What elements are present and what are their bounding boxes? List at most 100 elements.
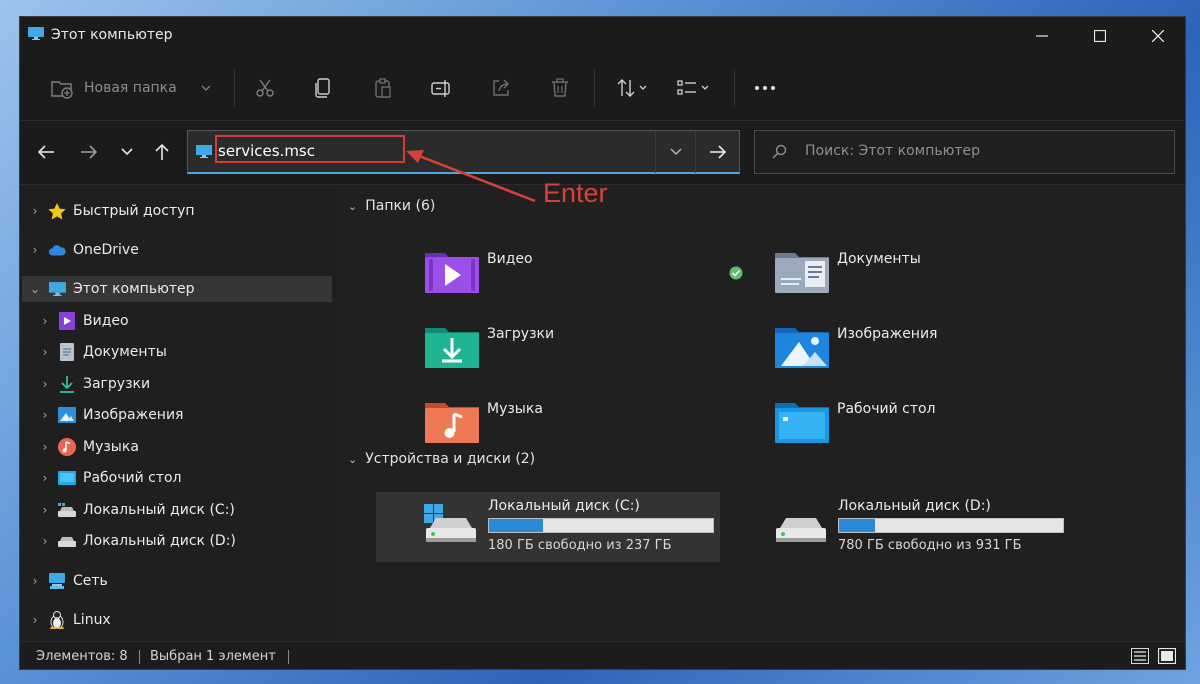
- copy-button[interactable]: [309, 73, 339, 103]
- chevron-right-icon[interactable]: ›: [38, 408, 52, 422]
- view-button[interactable]: [672, 73, 716, 103]
- sidebar-item-videos[interactable]: › Видео: [36, 308, 332, 334]
- search-icon: [772, 144, 787, 159]
- close-button[interactable]: [1129, 17, 1185, 55]
- documents-icon: [58, 343, 76, 361]
- go-button[interactable]: [695, 131, 740, 173]
- minimize-icon: [1036, 35, 1048, 37]
- sidebar-item-network[interactable]: › Сеть: [22, 568, 332, 594]
- chevron-down-icon: [670, 148, 682, 155]
- folder-documents[interactable]: Документы: [775, 249, 921, 293]
- cut-button[interactable]: [250, 73, 280, 103]
- chevron-right-icon[interactable]: ›: [38, 440, 52, 454]
- pictures-icon: [58, 407, 76, 423]
- sidebar-item-onedrive[interactable]: › OneDrive: [22, 237, 332, 263]
- folder-downloads[interactable]: Загрузки: [425, 324, 554, 368]
- sidebar-item-label: Загрузки: [83, 376, 151, 392]
- music-folder-icon: [425, 403, 479, 443]
- new-folder-button[interactable]: Новая папка: [50, 73, 218, 103]
- forward-button[interactable]: [74, 137, 104, 167]
- group-title: Папки (6): [365, 198, 436, 214]
- navigation-bar: services.msc Поиск: Этот компьютер: [20, 121, 1185, 185]
- arrow-left-icon: [37, 145, 54, 159]
- sidebar-item-documents[interactable]: › Документы: [36, 339, 332, 365]
- documents-folder-icon: [775, 253, 829, 293]
- item-count: Элементов: 8: [36, 649, 128, 664]
- chevron-right-icon[interactable]: ›: [28, 613, 42, 627]
- sidebar-item-drive-d[interactable]: › Локальный диск (D:): [36, 528, 332, 554]
- desktop-folder-icon: [775, 403, 829, 443]
- folder-desktop[interactable]: Рабочий стол: [775, 399, 936, 443]
- drive-icon: [58, 502, 76, 518]
- sidebar-item-drive-c[interactable]: › Локальный диск (C:): [36, 497, 332, 523]
- sidebar-item-label: Быстрый доступ: [73, 203, 195, 219]
- details-view-button[interactable]: [1130, 646, 1150, 666]
- sidebar-item-label: Локальный диск (D:): [83, 533, 236, 549]
- chevron-right-icon[interactable]: ›: [38, 377, 52, 391]
- chevron-down-icon[interactable]: ⌄: [28, 282, 42, 296]
- new-folder-label: Новая папка: [84, 80, 177, 96]
- recent-locations-button[interactable]: [112, 137, 142, 167]
- sidebar-item-desktop[interactable]: › Рабочий стол: [36, 465, 332, 491]
- sidebar-item-downloads[interactable]: › Загрузки: [36, 371, 332, 397]
- sidebar-item-pictures[interactable]: › Изображения: [36, 402, 332, 428]
- up-button[interactable]: [147, 137, 177, 167]
- address-bar[interactable]: services.msc: [187, 130, 740, 174]
- drive-c-tile[interactable]: Локальный диск (C:) 180 ГБ свободно из 2…: [376, 492, 720, 562]
- folder-name: Загрузки: [487, 326, 555, 342]
- folders-group-header[interactable]: ⌄ Папки (6): [348, 198, 435, 214]
- close-icon: [1152, 30, 1164, 42]
- drives-group-header[interactable]: ⌄ Устройства и диски (2): [348, 451, 535, 467]
- chevron-right-icon[interactable]: ›: [38, 471, 52, 485]
- rename-icon: [431, 80, 450, 97]
- sidebar-item-music[interactable]: › Музыка: [36, 434, 332, 460]
- trash-icon: [552, 78, 568, 97]
- chevron-right-icon[interactable]: ›: [28, 204, 42, 218]
- tiles-view-icon: [1158, 648, 1176, 664]
- more-options-button[interactable]: [750, 73, 780, 103]
- status-divider: [288, 650, 289, 664]
- video-icon: [58, 312, 76, 330]
- chevron-right-icon[interactable]: ›: [28, 574, 42, 588]
- minimize-button[interactable]: [1013, 17, 1071, 55]
- drive-usage-fill: [489, 519, 543, 532]
- drive-free-space: 780 ГБ свободно из 931 ГБ: [838, 538, 1022, 553]
- maximize-button[interactable]: [1071, 17, 1129, 55]
- drive-icon: [776, 518, 826, 542]
- toolbar-divider: [594, 69, 595, 107]
- folder-music[interactable]: Музыка: [425, 399, 543, 443]
- chevron-down-icon: ⌄: [348, 452, 358, 466]
- back-button[interactable]: [31, 137, 61, 167]
- share-button[interactable]: [486, 73, 516, 103]
- rename-button[interactable]: [427, 73, 457, 103]
- chevron-right-icon[interactable]: ›: [38, 503, 52, 517]
- sidebar-item-linux[interactable]: › Linux: [22, 607, 332, 633]
- sidebar-item-label: Этот компьютер: [73, 281, 195, 297]
- sidebar-item-this-pc[interactable]: ⌄ Этот компьютер: [22, 276, 332, 302]
- search-box[interactable]: Поиск: Этот компьютер: [754, 130, 1175, 174]
- sidebar-item-label: OneDrive: [73, 242, 139, 258]
- chevron-right-icon[interactable]: ›: [38, 534, 52, 548]
- drive-name: Локальный диск (C:): [488, 498, 640, 514]
- sidebar-item-quick-access[interactable]: › Быстрый доступ: [22, 198, 332, 224]
- chevron-right-icon[interactable]: ›: [38, 314, 52, 328]
- paste-button[interactable]: [368, 73, 398, 103]
- search-input[interactable]: Поиск: Этот компьютер: [805, 143, 980, 159]
- title-bar: Этот компьютер: [20, 17, 1185, 55]
- chevron-right-icon[interactable]: ›: [28, 243, 42, 257]
- paste-icon: [375, 78, 391, 98]
- drive-d-tile[interactable]: Локальный диск (D:) 780 ГБ свободно из 9…: [726, 492, 1070, 562]
- address-history-button[interactable]: [655, 131, 696, 173]
- status-divider: [139, 650, 140, 664]
- pictures-folder-icon: [775, 328, 829, 368]
- folder-videos[interactable]: Видео: [425, 249, 533, 293]
- folder-pictures[interactable]: Изображения: [775, 324, 937, 368]
- drive-usage-fill: [839, 519, 875, 532]
- delete-button[interactable]: [545, 73, 575, 103]
- sort-button[interactable]: [612, 73, 654, 103]
- tiles-view-button[interactable]: [1157, 646, 1177, 666]
- drive-icon: [58, 533, 76, 549]
- drive-usage-bar: [488, 518, 714, 533]
- sidebar-item-label: Изображения: [83, 407, 184, 423]
- chevron-right-icon[interactable]: ›: [38, 345, 52, 359]
